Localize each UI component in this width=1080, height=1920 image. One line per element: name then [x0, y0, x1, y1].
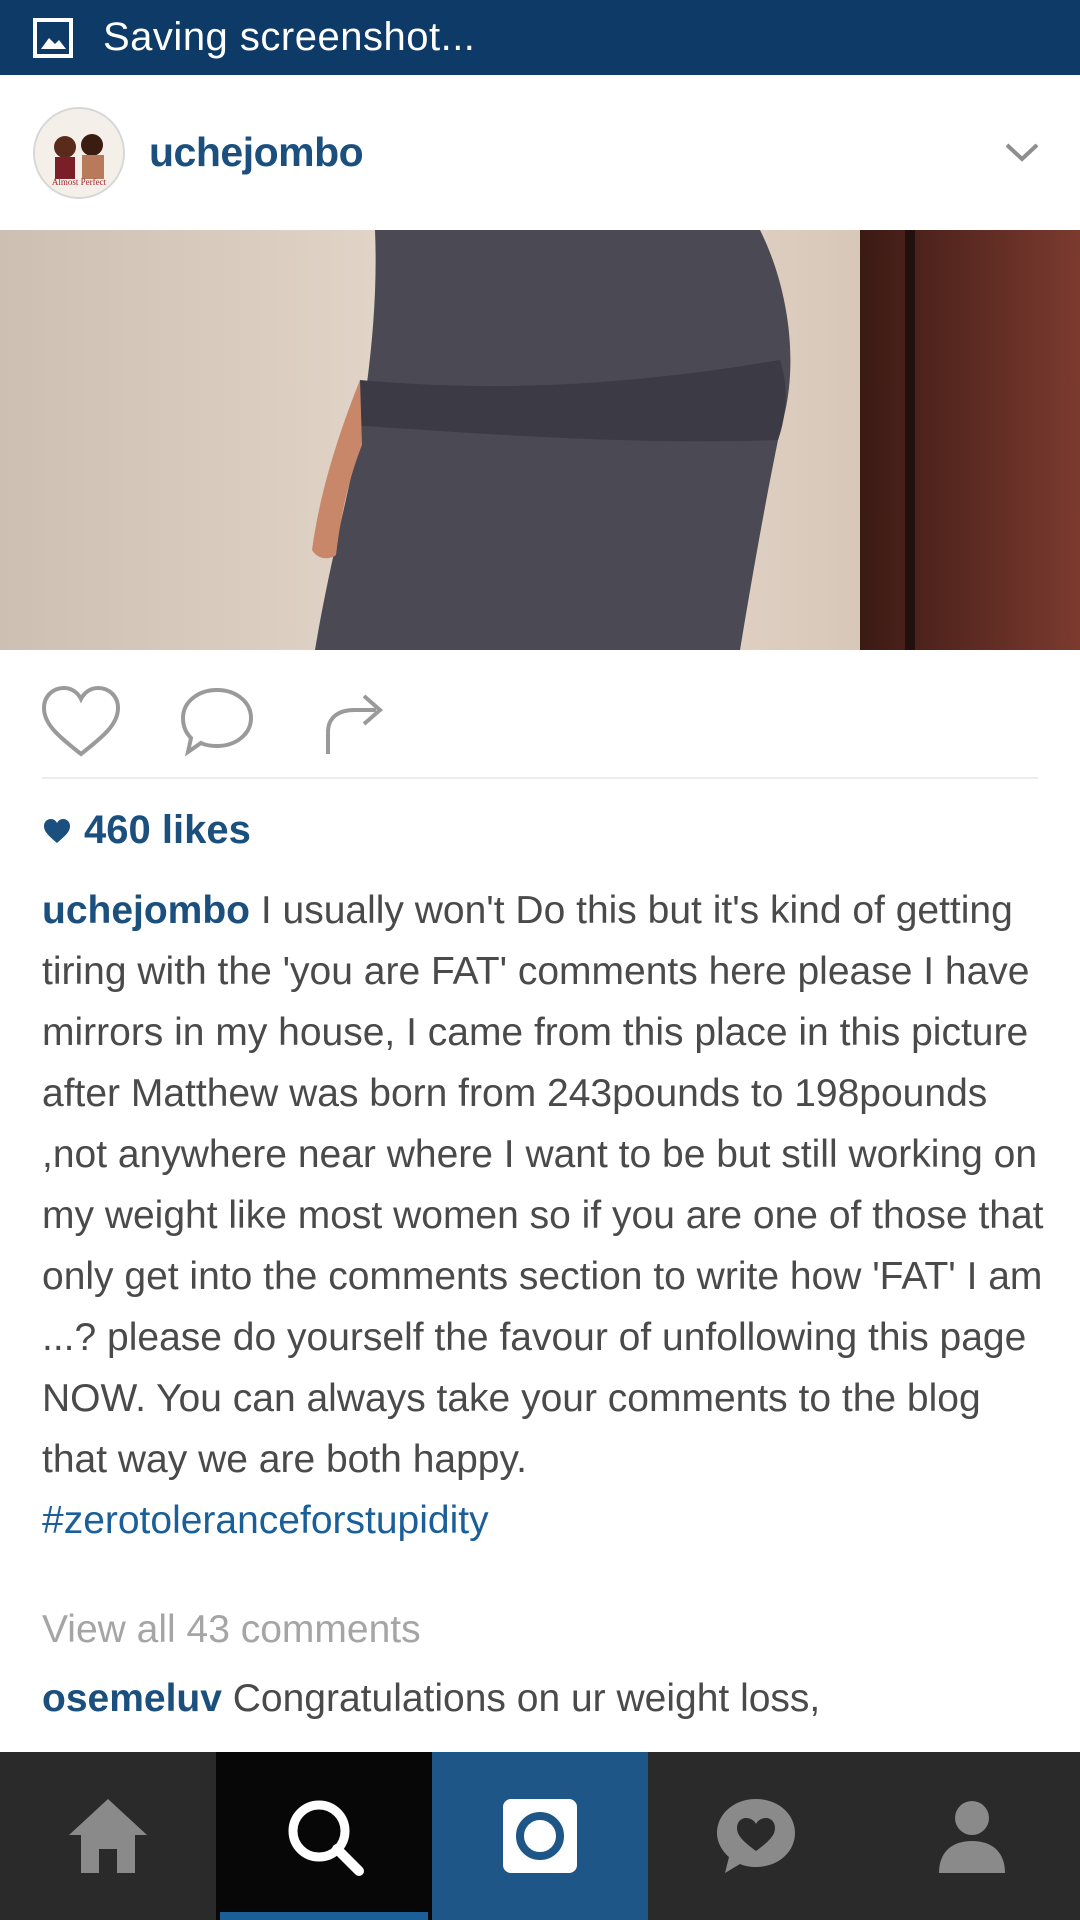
post-image: [0, 230, 1080, 650]
image-icon: [33, 17, 73, 58]
home-icon: [69, 1799, 147, 1873]
caption-text: I usually won't Do this but it's kind of…: [42, 889, 1044, 1481]
activity-icon: [717, 1799, 795, 1873]
nav-profile[interactable]: [864, 1752, 1080, 1920]
likes-row[interactable]: 460 likes: [42, 808, 251, 853]
comment-text: Congratulations on ur weight loss,: [232, 1677, 821, 1720]
action-row: [0, 650, 1080, 778]
chevron-down-icon[interactable]: [1002, 133, 1042, 173]
nav-camera[interactable]: [432, 1752, 648, 1920]
nav-home[interactable]: [0, 1752, 216, 1920]
post-header: Almost Perfect uchejombo: [0, 75, 1080, 230]
caption-username[interactable]: uchejombo: [42, 889, 250, 932]
likes-count: 460 likes: [84, 808, 251, 852]
comment-username[interactable]: osemeluv: [42, 1677, 222, 1720]
avatar[interactable]: Almost Perfect: [33, 106, 125, 199]
avatar-title: Almost Perfect: [52, 177, 107, 187]
profile-icon: [939, 1801, 1005, 1873]
status-text: Saving screenshot...: [103, 15, 476, 59]
share-icon[interactable]: [310, 680, 396, 766]
status-bar: Saving screenshot...: [0, 0, 1080, 75]
nav-search[interactable]: [216, 1752, 432, 1920]
post-photo[interactable]: [0, 230, 1080, 650]
camera-icon: [503, 1799, 577, 1873]
comment-icon[interactable]: [174, 680, 260, 766]
divider: [42, 777, 1038, 779]
heart-icon: [44, 818, 70, 843]
caption-hashtag[interactable]: #zerotoleranceforstupidity: [42, 1490, 1052, 1551]
search-icon: [288, 1800, 364, 1876]
post-username[interactable]: uchejombo: [149, 129, 364, 176]
caption: uchejombo I usually won't Do this but it…: [42, 880, 1052, 1551]
view-all-comments[interactable]: View all 43 comments: [42, 1608, 421, 1652]
heart-icon[interactable]: [38, 680, 124, 766]
bottom-nav: [0, 1752, 1080, 1920]
comment: osemeluv Congratulations on ur weight lo…: [42, 1668, 1052, 1729]
avatar-image: Almost Perfect: [35, 108, 123, 197]
nav-activity[interactable]: [648, 1752, 864, 1920]
